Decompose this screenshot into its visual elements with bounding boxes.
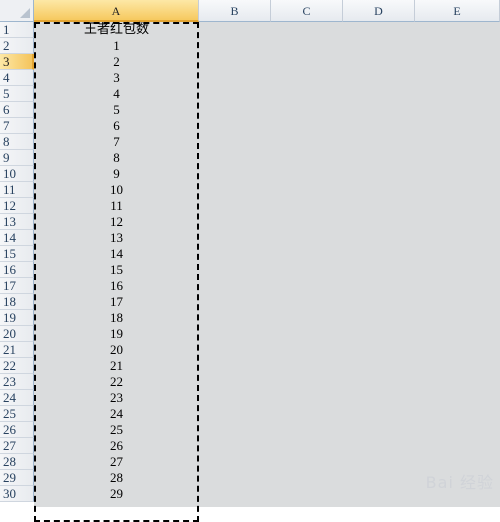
cell-a2[interactable]: 1: [34, 38, 199, 54]
row-header-17[interactable]: 17: [0, 278, 34, 294]
row-header-30[interactable]: 30: [0, 486, 34, 502]
column-header-e[interactable]: E: [415, 0, 500, 22]
cell-a12[interactable]: 11: [34, 198, 199, 214]
cell-a15[interactable]: 14: [34, 246, 199, 262]
spreadsheet: ABCDE 1 2 3 4 5 6 7 8 9 10 11 12 13 14 15 16 17 18 19 20 21 2…: [0, 0, 500, 522]
cell-a21[interactable]: 20: [34, 342, 199, 358]
cell-a8[interactable]: 7: [34, 134, 199, 150]
cell-a24[interactable]: 23: [34, 390, 199, 406]
cell-a10[interactable]: 9: [34, 166, 199, 182]
select-all-corner[interactable]: [0, 0, 34, 22]
row-header-28[interactable]: 28: [0, 454, 34, 470]
row-header-2[interactable]: 2: [0, 38, 34, 54]
select-all-triangle-icon: [20, 8, 30, 18]
column-header-b[interactable]: B: [199, 0, 271, 22]
cell-a19[interactable]: 18: [34, 310, 199, 326]
row-header-26[interactable]: 26: [0, 422, 34, 438]
cell-a22[interactable]: 21: [34, 358, 199, 374]
cell-a9[interactable]: 8: [34, 150, 199, 166]
row-header-7[interactable]: 7: [0, 118, 34, 134]
column-header-c[interactable]: C: [271, 0, 343, 22]
cell-a6[interactable]: 5: [34, 102, 199, 118]
row-header-27[interactable]: 27: [0, 438, 34, 454]
row-header-24[interactable]: 24: [0, 390, 34, 406]
row-header-13[interactable]: 13: [0, 214, 34, 230]
cell-a4[interactable]: 3: [34, 70, 199, 86]
column-header-d[interactable]: D: [343, 0, 415, 22]
row-header-16[interactable]: 16: [0, 262, 34, 278]
row-header-15[interactable]: 15: [0, 246, 34, 262]
cell-a11[interactable]: 10: [34, 182, 199, 198]
cell-a26[interactable]: 25: [34, 422, 199, 438]
watermark: Bai 经验: [425, 473, 494, 492]
cell-a7[interactable]: 6: [34, 118, 199, 134]
cell-a5[interactable]: 4: [34, 86, 199, 102]
cell-a14[interactable]: 13: [34, 230, 199, 246]
row-header-3[interactable]: 3: [0, 54, 34, 70]
row-header-8[interactable]: 8: [0, 134, 34, 150]
cell-a28[interactable]: 27: [34, 454, 199, 470]
column-header-a[interactable]: A: [34, 0, 199, 22]
cell-a29[interactable]: 28: [34, 470, 199, 486]
row-header-29[interactable]: 29: [0, 470, 34, 486]
column-gridline: [270, 22, 271, 507]
row-header-22[interactable]: 22: [0, 358, 34, 374]
cell-a13[interactable]: 12: [34, 214, 199, 230]
row-header-6[interactable]: 6: [0, 102, 34, 118]
row-header-9[interactable]: 9: [0, 150, 34, 166]
row-header-25[interactable]: 25: [0, 406, 34, 422]
cell-a1[interactable]: 王者红包数: [34, 22, 199, 38]
column-gridline: [414, 22, 415, 507]
row-header-1[interactable]: 1: [0, 22, 34, 38]
cell-a16[interactable]: 15: [34, 262, 199, 278]
row-header-20[interactable]: 20: [0, 326, 34, 342]
row-header-12[interactable]: 12: [0, 198, 34, 214]
cell-a23[interactable]: 22: [34, 374, 199, 390]
row-header-11[interactable]: 11: [0, 182, 34, 198]
cell-a27[interactable]: 26: [34, 438, 199, 454]
cell-a25[interactable]: 24: [34, 406, 199, 422]
row-header-23[interactable]: 23: [0, 374, 34, 390]
cell-a20[interactable]: 19: [34, 326, 199, 342]
row-header-19[interactable]: 19: [0, 310, 34, 326]
row-header-18[interactable]: 18: [0, 294, 34, 310]
row-header-10[interactable]: 10: [0, 166, 34, 182]
column-gridline: [342, 22, 343, 507]
cell-a18[interactable]: 17: [34, 294, 199, 310]
row-header-5[interactable]: 5: [0, 86, 34, 102]
row-header-14[interactable]: 14: [0, 230, 34, 246]
cell-a17[interactable]: 16: [34, 278, 199, 294]
cell-a3[interactable]: 2: [34, 54, 199, 70]
row-header-4[interactable]: 4: [0, 70, 34, 86]
row-header-21[interactable]: 21: [0, 342, 34, 358]
cell-a30[interactable]: 29: [34, 486, 199, 502]
